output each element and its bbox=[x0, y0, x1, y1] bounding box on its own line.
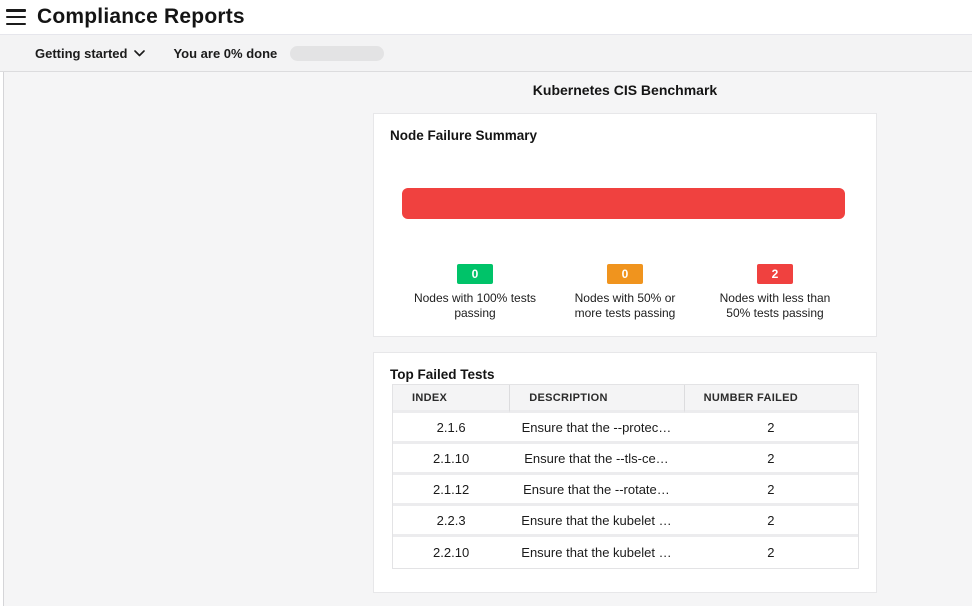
stat-label-passing-below-50: Nodes with less than 50% tests passing bbox=[700, 291, 850, 321]
stat-passing-100: 0 Nodes with 100% tests passing bbox=[400, 264, 550, 321]
cell-number-failed: 2 bbox=[684, 444, 858, 475]
getting-started-dropdown[interactable]: Getting started bbox=[35, 46, 145, 61]
progress-bar bbox=[290, 46, 384, 61]
cell-index: 2.1.10 bbox=[393, 444, 509, 475]
table-row: 2.1.10 Ensure that the --tls-ce… 2 bbox=[393, 444, 858, 475]
benchmark-title: Kubernetes CIS Benchmark bbox=[373, 82, 877, 99]
top-failed-tests-title: Top Failed Tests bbox=[374, 353, 876, 383]
cell-number-failed: 2 bbox=[684, 506, 858, 537]
page-title: Compliance Reports bbox=[37, 5, 245, 29]
stat-label-passing-100: Nodes with 100% tests passing bbox=[400, 291, 550, 321]
stat-passing-below-50: 2 Nodes with less than 50% tests passing bbox=[700, 264, 850, 321]
stat-badge-passing-50-plus: 0 bbox=[607, 264, 643, 284]
node-failure-summary-title: Node Failure Summary bbox=[374, 114, 876, 144]
cell-index: 2.1.12 bbox=[393, 475, 509, 506]
cell-description: Ensure that the --tls-ce… bbox=[509, 444, 683, 475]
cell-number-failed: 2 bbox=[684, 475, 858, 506]
main-content: Kubernetes CIS Benchmark Node Failure Su… bbox=[0, 72, 972, 606]
cell-description: Ensure that the kubelet … bbox=[509, 506, 683, 537]
cell-description: Ensure that the --rotate… bbox=[509, 475, 683, 506]
column-header-index: INDEX bbox=[393, 385, 509, 413]
table-row: 2.2.10 Ensure that the kubelet … 2 bbox=[393, 537, 858, 568]
table-row: 2.2.3 Ensure that the kubelet … 2 bbox=[393, 506, 858, 537]
cell-number-failed: 2 bbox=[684, 537, 858, 568]
report-column: Kubernetes CIS Benchmark Node Failure Su… bbox=[373, 72, 877, 593]
stat-badge-passing-below-50: 2 bbox=[757, 264, 793, 284]
stat-badge-passing-100: 0 bbox=[457, 264, 493, 284]
hamburger-menu-icon[interactable] bbox=[6, 9, 26, 25]
collapsed-sidebar-edge bbox=[0, 72, 4, 606]
node-failure-summary-card: Node Failure Summary 0 Nodes with 100% t… bbox=[373, 113, 877, 337]
table-row: 2.1.12 Ensure that the --rotate… 2 bbox=[393, 475, 858, 506]
app-header: Compliance Reports bbox=[0, 0, 972, 34]
cell-number-failed: 2 bbox=[684, 413, 858, 444]
table-header-row: INDEX DESCRIPTION NUMBER FAILED bbox=[393, 385, 858, 413]
cell-description: Ensure that the kubelet … bbox=[509, 537, 683, 568]
table-row: 2.1.6 Ensure that the --protec… 2 bbox=[393, 413, 858, 444]
stat-passing-50-plus: 0 Nodes with 50% or more tests passing bbox=[550, 264, 700, 321]
column-header-number-failed: NUMBER FAILED bbox=[684, 385, 858, 413]
getting-started-bar: Getting started You are 0% done bbox=[0, 34, 972, 72]
node-failure-stats: 0 Nodes with 100% tests passing 0 Nodes … bbox=[400, 264, 850, 321]
stat-label-passing-50-plus: Nodes with 50% or more tests passing bbox=[550, 291, 700, 321]
top-failed-tests-card: Top Failed Tests INDEX DESCRIPTION NUMBE… bbox=[373, 352, 877, 593]
node-failure-summary-bar bbox=[402, 188, 845, 219]
column-header-description: DESCRIPTION bbox=[509, 385, 683, 413]
top-failed-tests-table: INDEX DESCRIPTION NUMBER FAILED 2.1.6 En… bbox=[392, 384, 859, 569]
chevron-down-icon bbox=[134, 50, 145, 57]
cell-description: Ensure that the --protec… bbox=[509, 413, 683, 444]
cell-index: 2.2.10 bbox=[393, 537, 509, 568]
getting-started-label: Getting started bbox=[35, 46, 127, 61]
progress-text: You are 0% done bbox=[173, 46, 277, 61]
cell-index: 2.2.3 bbox=[393, 506, 509, 537]
cell-index: 2.1.6 bbox=[393, 413, 509, 444]
